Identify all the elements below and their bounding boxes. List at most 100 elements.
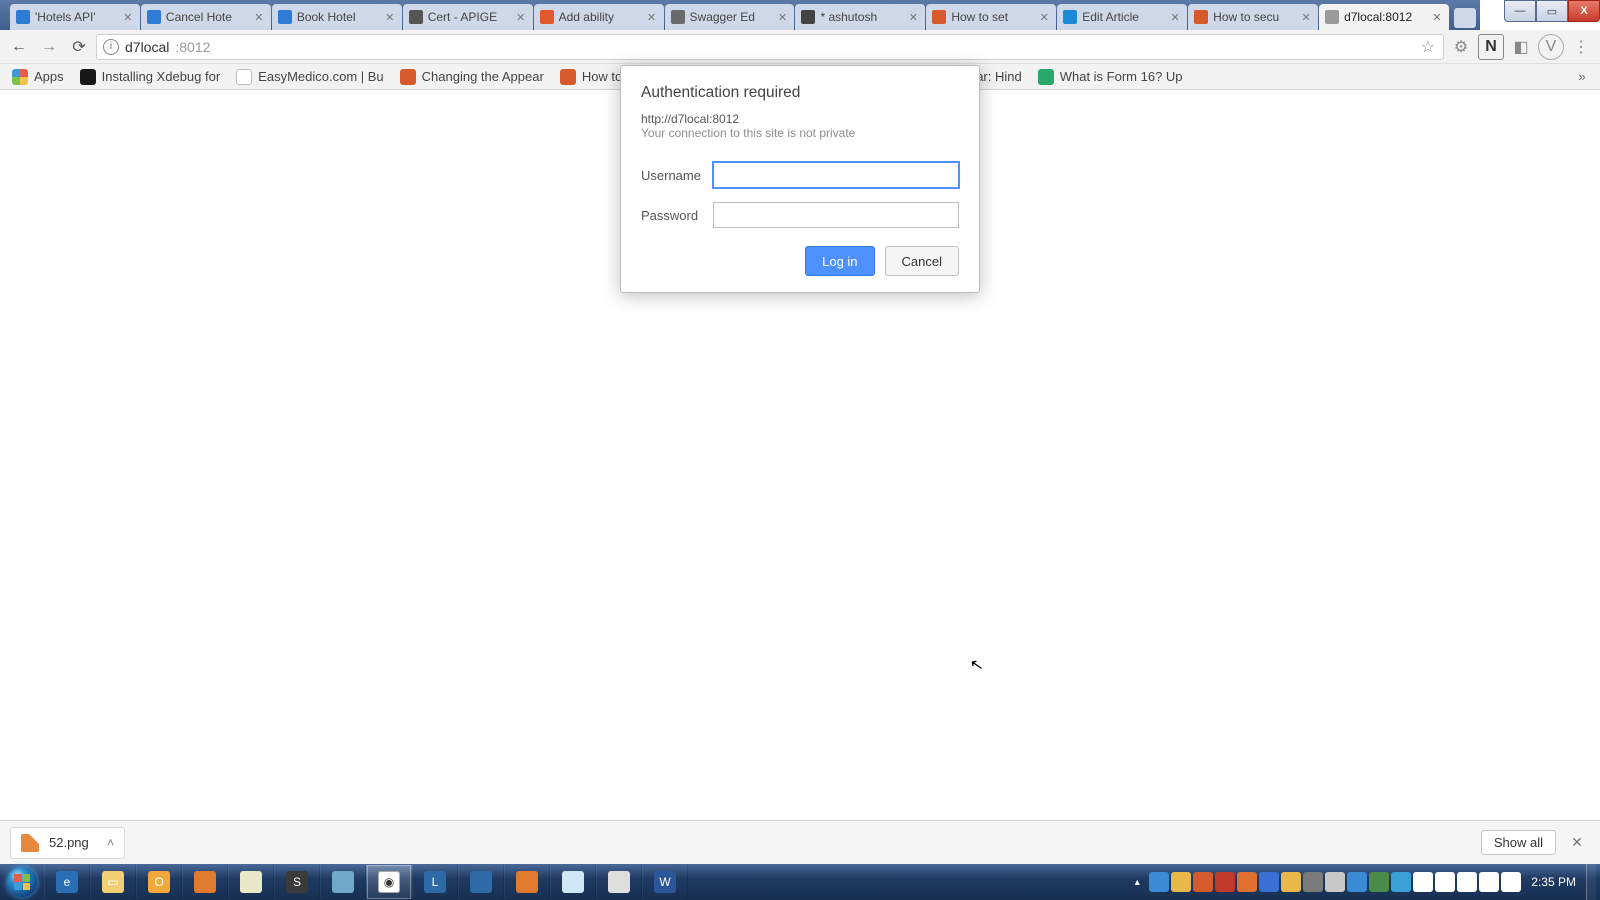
windows-logo-icon xyxy=(7,867,37,897)
download-item[interactable]: 52.png ˄ xyxy=(10,827,125,859)
login-button[interactable]: Log in xyxy=(805,246,874,276)
tab-favicon-icon xyxy=(409,10,423,24)
address-bar[interactable]: i d7local:8012 ☆ xyxy=(96,34,1444,60)
word-icon: W xyxy=(654,871,676,893)
chrome-icon: ◉ xyxy=(378,871,400,893)
download-show-all-button[interactable]: Show all xyxy=(1481,830,1556,855)
window-close-button[interactable]: X xyxy=(1568,0,1600,22)
browser-tab[interactable]: d7local:8012✕ xyxy=(1319,4,1449,30)
taskbar-app-app12[interactable] xyxy=(550,865,596,899)
tray-t13-icon[interactable] xyxy=(1413,872,1433,892)
reload-button[interactable]: ⟳ xyxy=(66,34,92,60)
browser-tab[interactable]: Edit Article✕ xyxy=(1057,4,1187,30)
extension-n-icon[interactable]: N xyxy=(1478,34,1504,60)
tray-overflow-icon[interactable]: ▴ xyxy=(1127,872,1147,892)
tray-t7-icon[interactable] xyxy=(1281,872,1301,892)
taskbar-app-outlook[interactable]: O xyxy=(136,865,182,899)
tray-flag-icon[interactable] xyxy=(1501,872,1521,892)
outlook-icon: O xyxy=(148,871,170,893)
taskbar-app-sublime[interactable]: S xyxy=(274,865,320,899)
taskbar-app-chrome[interactable]: ◉ xyxy=(366,865,412,899)
password-label: Password xyxy=(641,208,713,223)
tray-t5-icon[interactable] xyxy=(1237,872,1257,892)
tab-label: How to set xyxy=(951,10,1033,24)
tab-close-button[interactable]: ✕ xyxy=(646,11,658,23)
chrome-menu-button[interactable]: ⋮ xyxy=(1568,34,1594,60)
site-info-icon[interactable]: i xyxy=(103,39,119,55)
new-tab-button[interactable] xyxy=(1454,8,1476,28)
taskbar-app-notepad[interactable] xyxy=(228,865,274,899)
http-auth-dialog: Authentication required http://d7local:8… xyxy=(620,65,980,293)
show-desktop-button[interactable] xyxy=(1586,864,1596,900)
password-input[interactable] xyxy=(713,202,959,228)
cancel-button[interactable]: Cancel xyxy=(885,246,959,276)
tray-t12-icon[interactable] xyxy=(1391,872,1411,892)
bookmarks-overflow-button[interactable]: » xyxy=(1570,69,1594,84)
taskbar-app-word[interactable]: W xyxy=(642,865,688,899)
tray-t9-icon[interactable] xyxy=(1325,872,1345,892)
taskbar-app-xampp[interactable] xyxy=(504,865,550,899)
taskbar-clock[interactable]: 2:35 PM xyxy=(1523,875,1584,889)
tray-t10-icon[interactable] xyxy=(1347,872,1367,892)
taskbar-app-app10[interactable] xyxy=(458,865,504,899)
tab-close-button[interactable]: ✕ xyxy=(384,11,396,23)
tab-close-button[interactable]: ✕ xyxy=(1300,11,1312,23)
browser-tab[interactable]: Cancel Hote✕ xyxy=(141,4,271,30)
tab-close-button[interactable]: ✕ xyxy=(122,11,134,23)
username-input[interactable] xyxy=(713,162,959,188)
tab-close-button[interactable]: ✕ xyxy=(1038,11,1050,23)
browser-tab[interactable]: 'Hotels API' ✕ xyxy=(10,4,140,30)
browser-tab[interactable]: Cert - APIGE✕ xyxy=(403,4,533,30)
taskbar-app-putty[interactable] xyxy=(596,865,642,899)
tray-t16-icon[interactable] xyxy=(1479,872,1499,892)
bookmark-item[interactable]: EasyMedico.com | Bu xyxy=(230,67,389,87)
taskbar-app-file-explorer[interactable]: ▭ xyxy=(90,865,136,899)
tray-t11-icon[interactable] xyxy=(1369,872,1389,892)
browser-toolbar: ← → ⟳ i d7local:8012 ☆ ⚙ N ◧ V ⋮ xyxy=(0,30,1600,64)
bookmark-label: What is Form 16? Up xyxy=(1060,69,1183,84)
tray-t14-icon[interactable] xyxy=(1435,872,1455,892)
apps-button[interactable]: Apps xyxy=(6,67,70,87)
extension-3-icon[interactable]: ◧ xyxy=(1508,34,1534,60)
tab-close-button[interactable]: ✕ xyxy=(1431,11,1443,23)
tab-favicon-icon xyxy=(801,10,815,24)
bookmark-star-icon[interactable]: ☆ xyxy=(1421,37,1435,57)
window-maximize-button[interactable]: ▭ xyxy=(1536,0,1568,22)
bookmark-item[interactable]: What is Form 16? Up xyxy=(1032,67,1189,87)
tab-favicon-icon xyxy=(278,10,292,24)
tray-t6-icon[interactable] xyxy=(1259,872,1279,892)
forward-button[interactable]: → xyxy=(36,34,62,60)
back-button[interactable]: ← xyxy=(6,34,32,60)
browser-tab[interactable]: How to secu✕ xyxy=(1188,4,1318,30)
bookmark-item[interactable]: Installing Xdebug for xyxy=(74,67,227,87)
download-caret-icon[interactable]: ˄ xyxy=(107,835,115,850)
browser-tab[interactable]: How to set ✕ xyxy=(926,4,1056,30)
taskbar-app-app7[interactable] xyxy=(320,865,366,899)
tab-label: 'Hotels API' xyxy=(35,10,117,24)
tab-close-button[interactable]: ✕ xyxy=(907,11,919,23)
tab-close-button[interactable]: ✕ xyxy=(776,11,788,23)
tab-close-button[interactable]: ✕ xyxy=(1169,11,1181,23)
taskbar-app-app9[interactable]: L xyxy=(412,865,458,899)
tab-close-button[interactable]: ✕ xyxy=(253,11,265,23)
start-button[interactable] xyxy=(0,864,44,900)
tray-t1-icon[interactable] xyxy=(1149,872,1169,892)
bookmark-item[interactable]: Changing the Appear xyxy=(394,67,550,87)
url-host: d7local xyxy=(125,39,169,55)
tab-close-button[interactable]: ✕ xyxy=(515,11,527,23)
tray-t15-icon[interactable] xyxy=(1457,872,1477,892)
tray-t8-icon[interactable] xyxy=(1303,872,1323,892)
tray-t2-icon[interactable] xyxy=(1171,872,1191,892)
tray-t3-icon[interactable] xyxy=(1193,872,1213,892)
browser-tab[interactable]: Add ability✕ xyxy=(534,4,664,30)
tray-t4-icon[interactable] xyxy=(1215,872,1235,892)
download-bar-close-button[interactable]: ✕ xyxy=(1564,834,1590,851)
taskbar-app-firefox[interactable] xyxy=(182,865,228,899)
browser-tab[interactable]: Book Hotel✕ xyxy=(272,4,402,30)
extension-v-icon[interactable]: V xyxy=(1538,34,1564,60)
browser-tab[interactable]: Swagger Ed✕ xyxy=(665,4,795,30)
taskbar-app-internet-explorer[interactable]: e xyxy=(44,865,90,899)
extension-settings-icon[interactable]: ⚙ xyxy=(1448,34,1474,60)
browser-tab[interactable]: * ashutosh✕ xyxy=(795,4,925,30)
window-minimize-button[interactable]: — xyxy=(1504,0,1536,22)
